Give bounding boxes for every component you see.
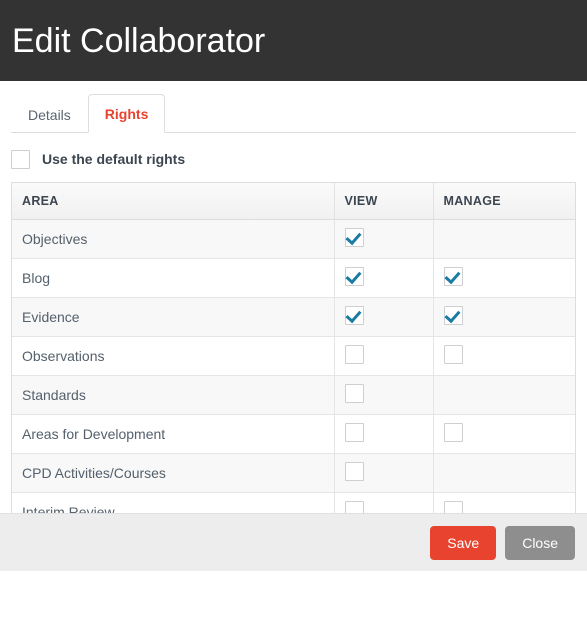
- cell-view: [334, 258, 434, 298]
- view-checkbox[interactable]: [344, 227, 364, 247]
- cell-area: Areas for Development: [12, 414, 335, 454]
- cell-manage: [433, 375, 575, 415]
- cell-view: [334, 336, 434, 376]
- column-header-view: VIEW: [334, 183, 434, 220]
- modal-body: Details Rights Use the default rights AR…: [0, 81, 587, 571]
- cell-view: [334, 219, 434, 259]
- cell-area: Evidence: [12, 297, 335, 337]
- table-row: Observations: [12, 336, 575, 376]
- cell-area: Observations: [12, 336, 335, 376]
- save-button[interactable]: Save: [430, 525, 497, 560]
- use-default-rights-label: Use the default rights: [42, 151, 186, 167]
- modal-footer: Save Close: [0, 513, 587, 571]
- cell-area: Standards: [12, 375, 335, 415]
- cell-view: [334, 453, 434, 493]
- cell-view: [334, 297, 434, 337]
- cell-area: Blog: [12, 258, 335, 298]
- rights-table-body: Objectives Blog Evidence Observations Standa…: [12, 219, 575, 531]
- table-row: Standards: [12, 375, 575, 415]
- view-checkbox[interactable]: [344, 305, 364, 325]
- cell-manage: [433, 297, 575, 337]
- manage-checkbox[interactable]: [443, 422, 463, 442]
- view-checkbox[interactable]: [344, 266, 364, 286]
- cell-manage: [433, 219, 575, 259]
- table-row: Areas for Development: [12, 414, 575, 454]
- tab-details[interactable]: Details: [11, 95, 88, 133]
- tab-bar: Details Rights: [11, 81, 576, 133]
- rights-table-head: AREA VIEW MANAGE: [12, 183, 575, 220]
- view-checkbox[interactable]: [344, 461, 364, 481]
- table-header-row: AREA VIEW MANAGE: [12, 183, 575, 220]
- cell-manage: [433, 453, 575, 493]
- column-header-manage: MANAGE: [433, 183, 575, 220]
- table-row: CPD Activities/Courses: [12, 453, 575, 493]
- manage-checkbox[interactable]: [443, 344, 463, 364]
- use-default-rights-checkbox[interactable]: [11, 149, 30, 169]
- cell-manage: [433, 336, 575, 376]
- column-header-area: AREA: [12, 183, 335, 220]
- cell-area: Objectives: [12, 219, 335, 259]
- rights-table-container: AREA VIEW MANAGE Objectives Blog Evidence O…: [11, 182, 576, 532]
- rights-table: AREA VIEW MANAGE Objectives Blog Evidence O…: [12, 183, 575, 531]
- manage-checkbox[interactable]: [443, 305, 463, 325]
- cell-view: [334, 375, 434, 415]
- close-button[interactable]: Close: [505, 525, 575, 560]
- default-rights-row: Use the default rights: [11, 148, 576, 170]
- cell-area: CPD Activities/Courses: [12, 453, 335, 493]
- page-title: Edit Collaborator: [12, 21, 266, 60]
- view-checkbox[interactable]: [344, 344, 364, 364]
- cell-view: [334, 414, 434, 454]
- cell-manage: [433, 258, 575, 298]
- table-row: Evidence: [12, 297, 575, 337]
- table-row: Blog: [12, 258, 575, 298]
- cell-manage: [433, 414, 575, 454]
- table-row: Objectives: [12, 219, 575, 259]
- tab-rights[interactable]: Rights: [87, 94, 166, 133]
- view-checkbox[interactable]: [344, 383, 364, 403]
- manage-checkbox[interactable]: [443, 266, 463, 286]
- modal-header: Edit Collaborator: [0, 0, 587, 81]
- view-checkbox[interactable]: [344, 422, 364, 442]
